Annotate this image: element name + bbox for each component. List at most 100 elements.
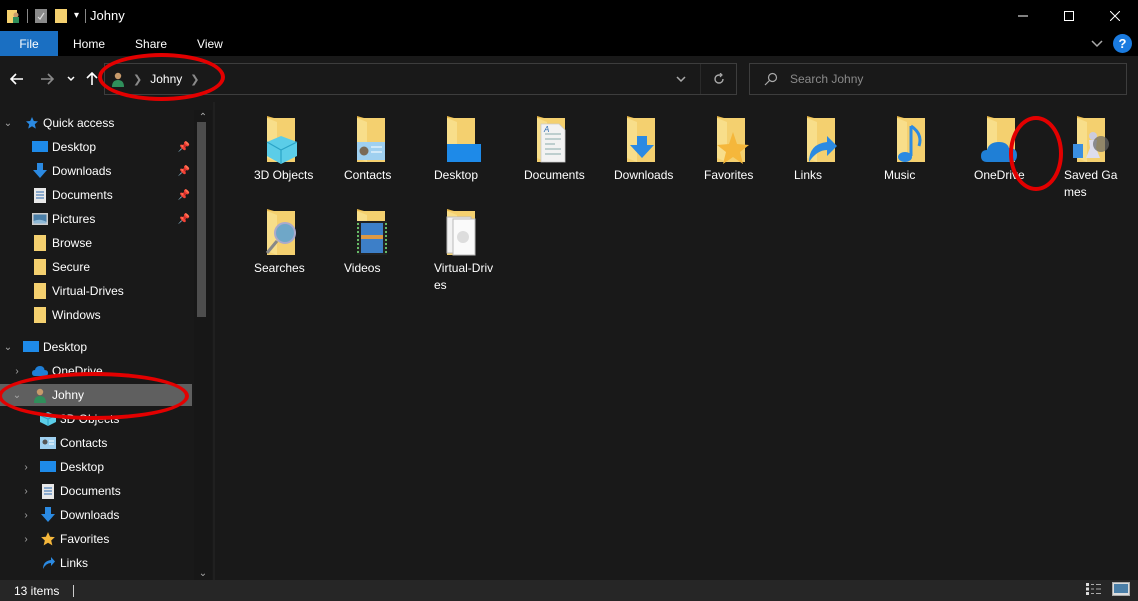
onedrive-folder-icon (981, 116, 1017, 162)
chevron-right-icon[interactable]: › (11, 366, 23, 377)
sidebar-item-browse[interactable]: Browse (0, 232, 192, 254)
customize-toolbar-icon[interactable]: ▾ (74, 10, 79, 21)
searches-folder-icon (265, 209, 296, 255)
sidebar-item-desktop-sub[interactable]: › Desktop (0, 456, 192, 478)
pin-icon[interactable]: 📌 (178, 190, 190, 201)
folder-label: Links (794, 168, 823, 182)
breadcrumb-separator-icon[interactable]: ❯ (190, 73, 199, 86)
folder-item[interactable]: Links (778, 114, 858, 184)
desktop-icon (32, 139, 48, 155)
new-folder-icon[interactable] (54, 8, 68, 24)
cube-icon (40, 411, 56, 427)
forward-button[interactable] (38, 68, 56, 90)
chevron-right-icon[interactable]: › (20, 510, 32, 521)
maximize-button[interactable] (1046, 0, 1092, 31)
folder-item[interactable]: Saved Games (1048, 114, 1128, 201)
properties-icon[interactable] (34, 8, 48, 24)
sidebar-label: Contacts (60, 436, 108, 450)
sidebar-item-links[interactable]: Links (0, 552, 192, 574)
sidebar-item-desktop[interactable]: Desktop 📌 (0, 136, 192, 158)
sidebar-item-desktop-root[interactable]: ⌄ Desktop (0, 336, 192, 358)
sidebar-item-documents[interactable]: Documents 📌 (0, 184, 192, 206)
sidebar-label: Johny (52, 388, 85, 402)
scroll-down-icon[interactable]: ⌄ (194, 566, 212, 580)
address-history-dropdown[interactable] (670, 64, 692, 94)
pin-icon[interactable]: 📌 (178, 214, 190, 225)
item-count: 13 items (14, 583, 60, 598)
sidebar-item-quick-access[interactable]: ⌄ Quick access (0, 112, 192, 134)
sidebar-item-onedrive[interactable]: › OneDrive (0, 360, 192, 382)
folder-item[interactable]: 3D Objects (238, 114, 318, 184)
sidebar-item-virtual-drives[interactable]: Virtual-Drives (0, 280, 192, 302)
search-input[interactable] (790, 72, 1090, 86)
pictures-icon (32, 211, 48, 227)
folder-icon (32, 235, 48, 251)
tab-file[interactable]: File (0, 31, 58, 56)
tab-share[interactable]: Share (120, 31, 182, 56)
sidebar-item-johny[interactable]: ⌄ Johny (0, 384, 192, 406)
sidebar-label: Favorites (60, 532, 110, 546)
chevron-down-icon[interactable]: ⌄ (2, 342, 14, 353)
refresh-button[interactable] (700, 64, 736, 94)
large-icons-view-button[interactable] (1112, 582, 1130, 601)
folder-item[interactable]: Music (868, 114, 948, 184)
tab-view[interactable]: View (182, 31, 238, 56)
sidebar-item-secure[interactable]: Secure (0, 256, 192, 278)
chevron-right-icon[interactable]: › (20, 534, 32, 545)
sidebar-item-3d-objects[interactable]: 3D Objects (0, 408, 192, 430)
folder-item[interactable]: OneDrive (958, 114, 1038, 184)
folder-item[interactable]: Contacts (328, 114, 408, 184)
help-button[interactable]: ? (1113, 34, 1132, 53)
folder-item[interactable]: Searches (238, 207, 318, 277)
sidebar-item-downloads[interactable]: Downloads 📌 (0, 160, 192, 182)
folder-item[interactable]: Virtual-Drives (418, 207, 498, 294)
chevron-right-icon[interactable]: › (20, 462, 32, 473)
sidebar-label: Windows (52, 308, 101, 322)
folder-icon (32, 283, 48, 299)
desktop-icon (40, 459, 56, 475)
sidebar-label: Desktop (52, 140, 97, 154)
folder-label: Favorites (704, 168, 754, 182)
scrollbar-thumb[interactable] (197, 122, 206, 317)
sidebar-item-windows[interactable]: Windows (0, 304, 192, 326)
sidebar-item-documents-sub[interactable]: › Documents (0, 480, 192, 502)
user-icon (32, 387, 48, 403)
folder-item[interactable]: Downloads (598, 114, 678, 184)
pin-icon[interactable]: 📌 (178, 166, 190, 177)
chevron-down-icon (67, 76, 75, 82)
desktop-folder-icon (447, 116, 481, 162)
recent-locations-button[interactable] (64, 68, 78, 90)
expand-ribbon-icon[interactable] (1091, 39, 1103, 48)
folder-item[interactable]: Videos (328, 207, 408, 277)
up-arrow-icon (86, 72, 98, 85)
up-button[interactable] (84, 68, 100, 90)
sidebar-scrollbar[interactable]: ⌃ ⌄ (194, 110, 212, 580)
folder-label: Documents (524, 168, 585, 182)
sidebar-item-pictures[interactable]: Pictures 📌 (0, 208, 192, 230)
sidebar-item-downloads-sub[interactable]: › Downloads (0, 504, 192, 526)
folder-item[interactable]: Favorites (688, 114, 768, 184)
close-button[interactable] (1092, 0, 1138, 31)
sidebar-item-favorites[interactable]: › Favorites (0, 528, 192, 550)
sidebar-item-contacts[interactable]: Contacts (0, 432, 192, 454)
minimize-button[interactable] (1000, 0, 1046, 31)
chevron-right-icon[interactable]: › (20, 486, 32, 497)
pin-icon[interactable]: 📌 (178, 142, 190, 153)
tab-home[interactable]: Home (58, 31, 120, 56)
window-controls (1000, 0, 1138, 31)
sidebar-label: Downloads (60, 508, 120, 522)
chevron-down-icon[interactable]: ⌄ (11, 390, 23, 401)
details-view-button[interactable] (1086, 582, 1102, 601)
folder-item[interactable]: A Documents (508, 114, 588, 184)
music-folder-icon (897, 116, 925, 162)
search-box[interactable] (749, 63, 1127, 95)
back-button[interactable] (8, 68, 26, 90)
sidebar-label: Documents (60, 484, 121, 498)
status-separator (73, 584, 75, 597)
chevron-down-icon[interactable]: ⌄ (2, 118, 14, 129)
folder-item[interactable]: Desktop (418, 114, 498, 184)
document-icon (40, 483, 56, 499)
address-bar[interactable]: ❯ Johny ❯ (104, 63, 737, 95)
breadcrumb-separator-icon[interactable]: ❯ (133, 73, 142, 86)
breadcrumb-johny[interactable]: Johny (150, 72, 182, 86)
